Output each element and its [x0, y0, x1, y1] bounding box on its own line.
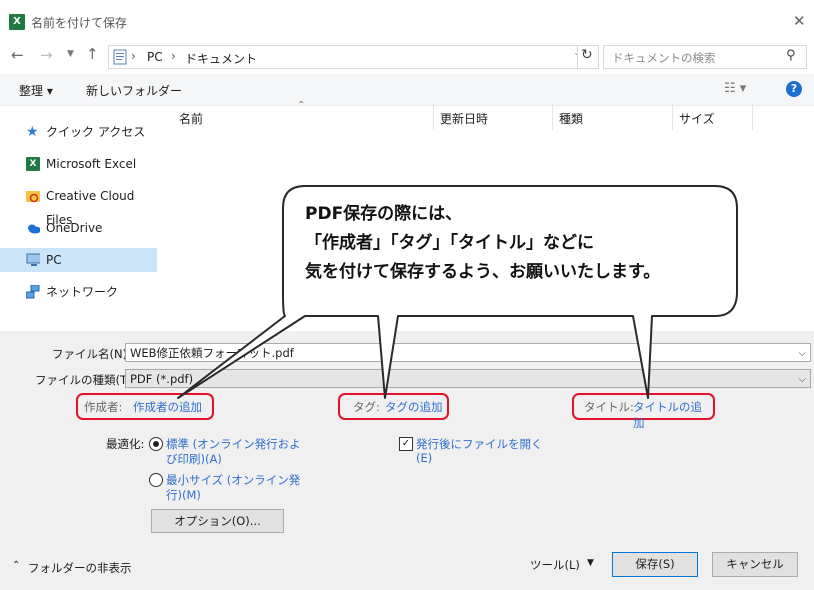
- callout-balloon: [177, 185, 738, 399]
- callout-line-3: 気を付けて保存するよう、お願いいたします。: [305, 262, 661, 282]
- callout-line-1: PDF保存の際には、: [305, 204, 463, 224]
- callout-line-2: 「作成者」「タグ」「タイトル」などに: [305, 233, 594, 253]
